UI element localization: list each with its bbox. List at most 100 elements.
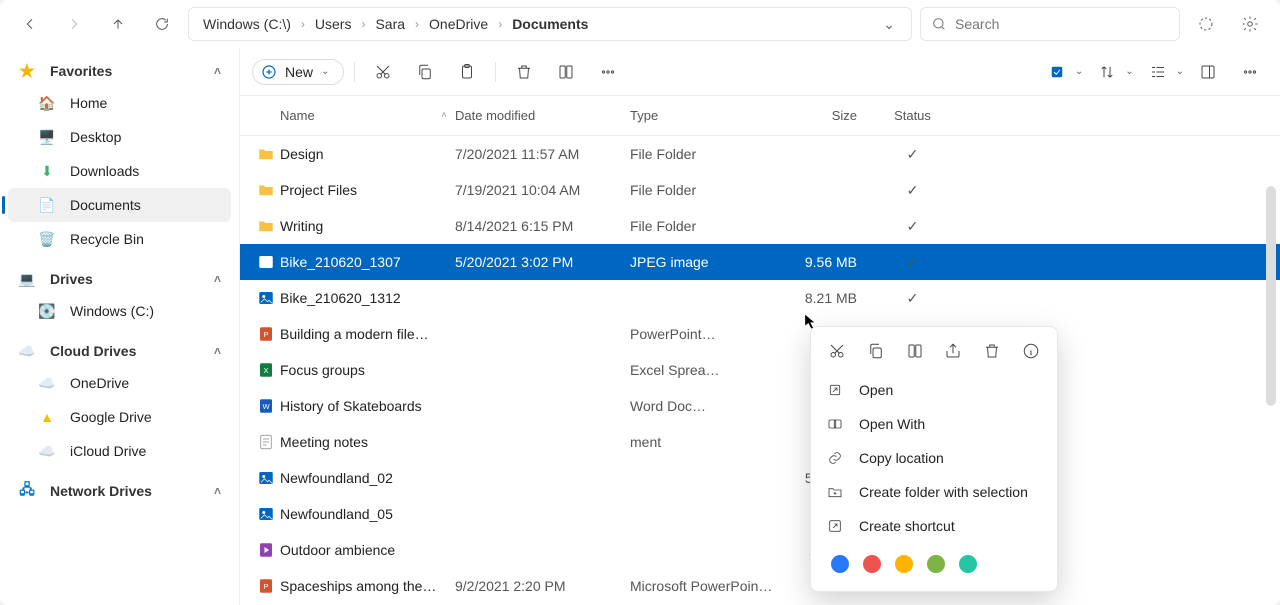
details-pane-button[interactable]: [1190, 54, 1226, 90]
file-name: Outdoor ambience: [280, 542, 455, 558]
column-name[interactable]: Name˄: [280, 108, 455, 123]
svg-text:P: P: [263, 330, 268, 339]
select-mode-button[interactable]: [1039, 54, 1075, 90]
network-icon: 🖧: [18, 482, 36, 500]
file-name: Project Files: [280, 182, 455, 198]
breadcrumb-segment-current[interactable]: Documents: [508, 14, 592, 34]
file-row[interactable]: Outdoor ambience104 MB✓: [240, 532, 1280, 568]
svg-text:X: X: [263, 366, 268, 375]
breadcrumb-segment[interactable]: Users: [311, 14, 356, 34]
sidebar-item-documents[interactable]: 📄 Documents: [8, 188, 231, 222]
file-row[interactable]: WHistory of SkateboardsWord Doc…640 KB✓: [240, 388, 1280, 424]
cut-button[interactable]: [365, 54, 401, 90]
ctx-label: Open With: [859, 416, 925, 432]
column-date[interactable]: Date modified: [455, 108, 630, 123]
ctx-delete-button[interactable]: [980, 337, 1005, 365]
delete-button[interactable]: [506, 54, 542, 90]
breadcrumb-segment[interactable]: Sara: [371, 14, 409, 34]
chevron-down-icon: ⌄: [321, 66, 329, 77]
file-row[interactable]: Newfoundland_025.82 MB✓: [240, 460, 1280, 496]
breadcrumb[interactable]: Windows (C:\) › Users › Sara › OneDrive …: [188, 7, 912, 41]
sidebar: ★ Favorites ˄ 🏠 Home 🖥️ Desktop ⬇ Downlo…: [0, 48, 240, 605]
plus-circle-icon: [261, 64, 277, 80]
paste-button[interactable]: [449, 54, 485, 90]
color-tag[interactable]: [831, 555, 849, 573]
copy-button[interactable]: [407, 54, 443, 90]
file-row[interactable]: Newfoundland_055.2 MB✓: [240, 496, 1280, 532]
check-icon: ✓: [907, 182, 919, 198]
ctx-open[interactable]: Open: [811, 373, 1057, 407]
breadcrumb-dropdown-icon[interactable]: ⌄: [877, 16, 901, 33]
file-row[interactable]: Writing8/14/2021 6:15 PMFile Folder✓: [240, 208, 1280, 244]
sidebar-item-onedrive[interactable]: ☁️ OneDrive: [0, 366, 239, 400]
sidebar-section-favorites[interactable]: ★ Favorites ˄: [0, 56, 239, 86]
up-button[interactable]: [100, 6, 136, 42]
sort-button[interactable]: [1089, 54, 1125, 90]
file-row[interactable]: Bike_210620_13128.21 MB✓: [240, 280, 1280, 316]
ctx-share-button[interactable]: [941, 337, 966, 365]
ctx-copy-button[interactable]: [864, 337, 889, 365]
file-type-icon: P: [252, 325, 280, 343]
file-name: Bike_210620_1307: [280, 254, 455, 270]
color-tag[interactable]: [959, 555, 977, 573]
sidebar-item-label: Home: [70, 95, 107, 111]
context-menu: Open Open With Copy location Create fold…: [810, 326, 1058, 592]
ctx-open-with[interactable]: Open With: [811, 407, 1057, 441]
ctx-info-button[interactable]: [1018, 337, 1043, 365]
search-icon: [931, 16, 947, 32]
color-tag[interactable]: [863, 555, 881, 573]
view-button[interactable]: [1140, 54, 1176, 90]
sidebar-item-home[interactable]: 🏠 Home: [0, 86, 239, 120]
file-type-icon: [252, 505, 280, 523]
file-date: 8/14/2021 6:15 PM: [455, 218, 630, 234]
color-tag[interactable]: [927, 555, 945, 573]
breadcrumb-segment[interactable]: Windows (C:\): [199, 14, 295, 34]
sidebar-item-google-drive[interactable]: ▲ Google Drive: [0, 400, 239, 434]
color-tag[interactable]: [895, 555, 913, 573]
overflow-button[interactable]: [1232, 54, 1268, 90]
file-type: PowerPoint…: [630, 326, 775, 342]
file-row[interactable]: PBuilding a modern file…PowerPoint…2.3 M…: [240, 316, 1280, 352]
back-button[interactable]: [12, 6, 48, 42]
ctx-create-shortcut[interactable]: Create shortcut: [811, 509, 1057, 543]
sidebar-item-downloads[interactable]: ⬇ Downloads: [0, 154, 239, 188]
scrollbar[interactable]: [1266, 186, 1276, 406]
more-button[interactable]: [590, 54, 626, 90]
file-row[interactable]: Meeting notesment9 KB✓: [240, 424, 1280, 460]
breadcrumb-segment[interactable]: OneDrive: [425, 14, 492, 34]
rename-button[interactable]: [548, 54, 584, 90]
sidebar-section-drives[interactable]: 💻 Drives ˄: [0, 264, 239, 294]
ctx-copy-location[interactable]: Copy location: [811, 441, 1057, 475]
ctx-paste-button[interactable]: [902, 337, 927, 365]
forward-button[interactable]: [56, 6, 92, 42]
column-status[interactable]: Status: [875, 108, 950, 123]
sidebar-section-network-drives[interactable]: 🖧 Network Drives ˄: [0, 476, 239, 506]
file-date: 5/20/2021 3:02 PM: [455, 254, 630, 270]
sidebar-item-recycle-bin[interactable]: 🗑️ Recycle Bin: [0, 222, 239, 256]
settings-button[interactable]: [1232, 6, 1268, 42]
sidebar-item-desktop[interactable]: 🖥️ Desktop: [0, 120, 239, 154]
sidebar-item-windows-c[interactable]: 💽 Windows (C:): [0, 294, 239, 328]
file-type: Microsoft PowerPoint…: [630, 578, 775, 594]
file-row[interactable]: Project Files7/19/2021 10:04 AMFile Fold…: [240, 172, 1280, 208]
file-row[interactable]: PSpaceships among the…9/2/2021 2:20 PMMi…: [240, 568, 1280, 604]
file-type-icon: [252, 289, 280, 307]
ctx-label: Create shortcut: [859, 518, 955, 534]
sidebar-section-cloud-drives[interactable]: ☁️ Cloud Drives ˄: [0, 336, 239, 366]
column-type[interactable]: Type: [630, 108, 775, 123]
file-status: ✓: [875, 254, 950, 271]
sidebar-item-icloud-drive[interactable]: ☁️ iCloud Drive: [0, 434, 239, 468]
refresh-button[interactable]: [144, 6, 180, 42]
search-input[interactable]: Search: [920, 7, 1180, 41]
new-button[interactable]: New ⌄: [252, 59, 344, 85]
file-row[interactable]: Bike_210620_13075/20/2021 3:02 PMJPEG im…: [240, 244, 1280, 280]
sidebar-item-label: Windows (C:): [70, 303, 154, 319]
file-row[interactable]: Design7/20/2021 11:57 AMFile Folder✓: [240, 136, 1280, 172]
file-list[interactable]: Design7/20/2021 11:57 AMFile Folder✓Proj…: [240, 136, 1280, 605]
ctx-create-folder-selection[interactable]: Create folder with selection: [811, 475, 1057, 509]
column-size[interactable]: Size: [775, 108, 875, 123]
file-row[interactable]: XFocus groupsExcel Sprea…900 KB: [240, 352, 1280, 388]
svg-text:P: P: [263, 582, 268, 591]
ctx-cut-button[interactable]: [825, 337, 850, 365]
open-with-icon: [827, 416, 843, 432]
